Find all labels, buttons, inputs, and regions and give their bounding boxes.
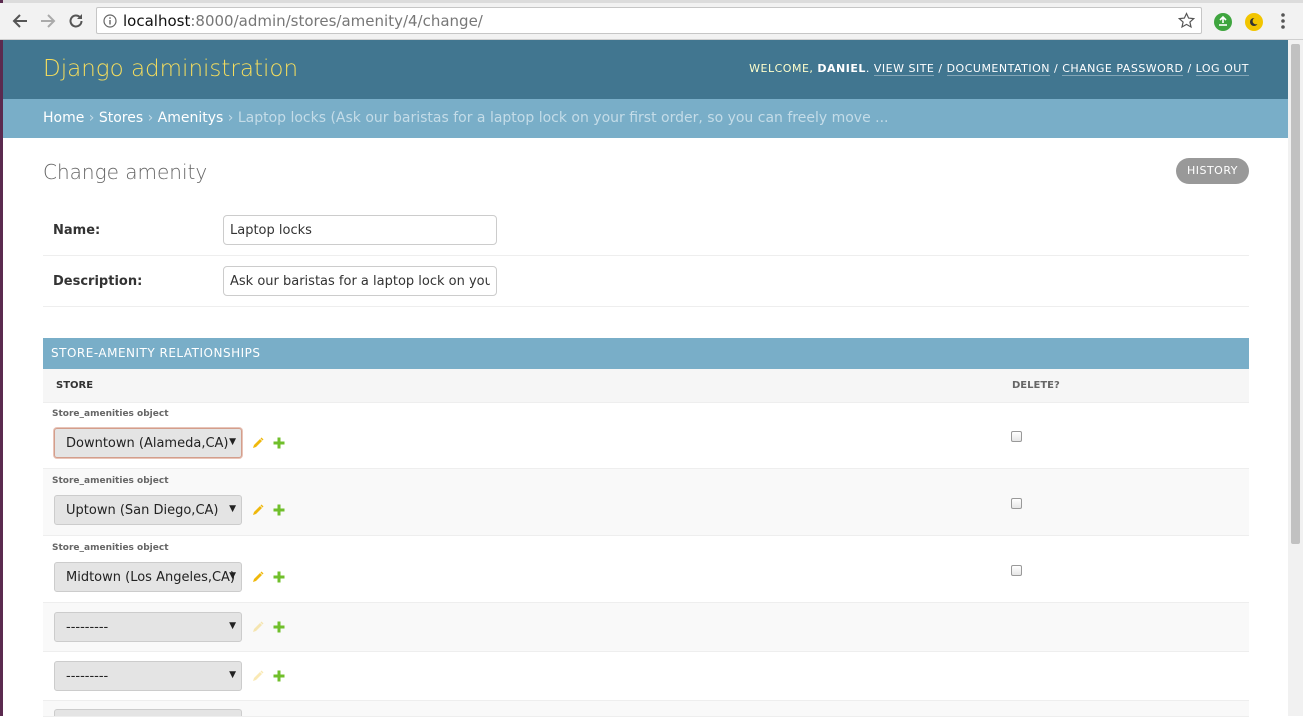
inline-object-label: Store_amenities object: [52, 476, 169, 486]
delete-checkbox[interactable]: [1011, 565, 1022, 576]
pencil-icon: [253, 670, 264, 681]
inline-row-empty: --------- ▼: [43, 603, 1249, 652]
store-select-value: ---------: [66, 620, 109, 635]
inline-caption-text: Store-amenity relationships: [51, 346, 261, 360]
inline-row: Store_amenities object Uptown (San Diego…: [43, 469, 1249, 536]
dropdown-arrow-icon: ▼: [229, 670, 236, 680]
pencil-icon[interactable]: [251, 436, 265, 450]
page-title: Change amenity: [43, 160, 208, 184]
view-site-link[interactable]: View site: [873, 62, 935, 76]
store-select-value: ---------: [66, 669, 109, 684]
change-password-link[interactable]: Change password: [1062, 62, 1184, 76]
user-tools: Welcome, Daniel. View site / Documentati…: [749, 62, 1249, 76]
inline-caption: Store-amenity relationships: [43, 338, 1249, 369]
name-label: Name:: [53, 223, 101, 238]
log-out-link[interactable]: Log out: [1195, 62, 1249, 76]
store-select[interactable]: [54, 709, 242, 716]
inline-row: Store_amenities object Downtown (Alameda…: [43, 402, 1249, 469]
store-select-value: Midtown (Los Angeles,CA): [66, 570, 236, 585]
store-select[interactable]: --------- ▼: [54, 612, 242, 642]
breadcrumb-home[interactable]: Home: [43, 110, 84, 126]
pencil-icon[interactable]: [251, 570, 265, 584]
url-text: localhost:8000/admin/stores/amenity/4/ch…: [123, 12, 483, 30]
store-select[interactable]: Midtown (Los Angeles,CA) ▼: [54, 562, 242, 592]
scrollbar-thumb[interactable]: [1291, 44, 1300, 544]
extension-yellow-icon[interactable]: [1245, 13, 1263, 31]
plus-icon[interactable]: [272, 503, 286, 517]
dropdown-arrow-icon: ▼: [229, 437, 236, 447]
inline-row-empty: [43, 701, 1249, 717]
store-select[interactable]: --------- ▼: [54, 661, 242, 691]
reload-icon[interactable]: [64, 9, 88, 33]
description-row: Description:: [43, 256, 1249, 307]
store-select[interactable]: Downtown (Alameda,CA) ▼: [54, 428, 242, 458]
breadcrumb-stores[interactable]: Stores: [99, 110, 143, 126]
pencil-icon: [253, 621, 264, 632]
plus-icon[interactable]: [272, 570, 286, 584]
inline-row-empty: --------- ▼: [43, 652, 1249, 701]
breadcrumb: Home › Stores › Amenitys › Laptop locks …: [3, 99, 1288, 138]
extension-green-icon[interactable]: [1214, 13, 1232, 31]
delete-checkbox[interactable]: [1011, 431, 1022, 442]
url-path: :8000/admin/stores/amenity/4/change/: [190, 12, 483, 30]
inline-object-label: Store_amenities object: [52, 543, 169, 553]
dropdown-arrow-icon: ▼: [229, 621, 236, 631]
plus-icon[interactable]: [272, 436, 286, 450]
address-bar[interactable]: localhost:8000/admin/stores/amenity/4/ch…: [96, 7, 1202, 34]
url-host: localhost: [123, 12, 191, 30]
inline-object-label: Store_amenities object: [52, 409, 169, 419]
menu-dots-icon[interactable]: [1280, 12, 1286, 34]
pencil-icon[interactable]: [251, 503, 265, 517]
store-select[interactable]: Uptown (San Diego,CA) ▼: [54, 495, 242, 525]
forward-icon[interactable]: [36, 9, 60, 33]
store-select-value: Uptown (San Diego,CA): [66, 503, 219, 518]
admin-header: Django administration Welcome, Daniel. V…: [3, 40, 1288, 99]
description-input[interactable]: [223, 266, 497, 296]
username: Daniel: [817, 62, 866, 75]
site-branding[interactable]: Django administration: [43, 56, 298, 82]
star-icon[interactable]: [1177, 12, 1196, 33]
plus-icon[interactable]: [272, 620, 286, 634]
name-input[interactable]: [223, 215, 497, 245]
browser-toolbar: localhost:8000/admin/stores/amenity/4/ch…: [0, 3, 1303, 40]
inline-column-headers: Store Delete?: [43, 369, 1249, 403]
welcome-text: Welcome,: [749, 62, 814, 75]
delete-checkbox[interactable]: [1011, 498, 1022, 509]
column-delete: Delete?: [1012, 380, 1060, 391]
info-icon[interactable]: [103, 13, 117, 32]
store-select-value: Downtown (Alameda,CA): [66, 436, 229, 451]
dropdown-arrow-icon: ▼: [229, 571, 236, 581]
breadcrumb-current: Laptop locks (Ask our baristas for a lap…: [237, 110, 889, 126]
documentation-link[interactable]: Documentation: [946, 62, 1050, 76]
breadcrumb-amenitys[interactable]: Amenitys: [158, 110, 224, 126]
column-store: Store: [56, 380, 94, 391]
inline-row: Store_amenities object Midtown (Los Ange…: [43, 536, 1249, 603]
dropdown-arrow-icon: ▼: [229, 504, 236, 514]
back-icon[interactable]: [8, 9, 32, 33]
history-button[interactable]: History: [1176, 158, 1249, 184]
plus-icon[interactable]: [272, 669, 286, 683]
name-row: Name:: [43, 205, 1249, 256]
description-label: Description:: [53, 274, 143, 289]
